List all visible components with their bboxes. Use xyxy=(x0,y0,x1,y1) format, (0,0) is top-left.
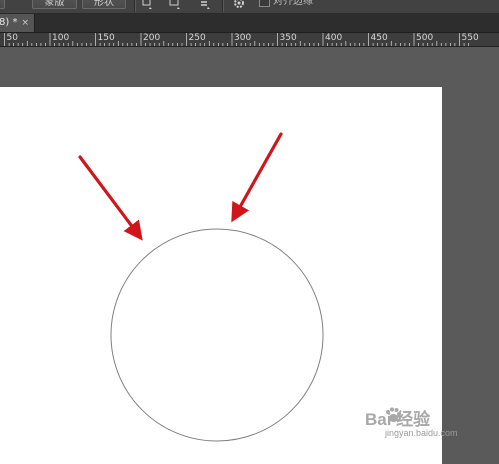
path-alignment-icon[interactable] xyxy=(168,0,182,10)
ruler-label: 350 xyxy=(279,33,297,43)
photoshop-window: 蒙版 形状 对齐边缘 8) * × 50 100 150 200 250 300 350 40… xyxy=(0,0,499,464)
separator xyxy=(134,0,136,12)
ruler-label: 300 xyxy=(234,33,252,43)
right-arrow xyxy=(231,132,283,223)
ruler-label: 400 xyxy=(325,33,343,43)
ruler-label: 500 xyxy=(416,33,434,43)
path-operations-icon[interactable] xyxy=(140,0,154,10)
align-edges-checkbox[interactable] xyxy=(259,0,270,7)
document-tab-title: 8) * xyxy=(0,17,18,28)
ruler-label: 200 xyxy=(143,33,161,43)
separator xyxy=(222,0,224,12)
path-arrangement-icon[interactable] xyxy=(198,0,212,10)
align-edges-label: 对齐边缘 xyxy=(273,0,313,7)
gear-icon[interactable] xyxy=(232,0,246,10)
workspace[interactable]: Bai 经验 jingyan.baidu.com xyxy=(0,47,499,464)
ellipse-shape[interactable] xyxy=(110,228,324,442)
options-bar: 蒙版 形状 对齐边缘 xyxy=(0,0,499,14)
ruler-label: 250 xyxy=(188,33,206,43)
ruler-label: 550 xyxy=(461,33,479,43)
ruler-label: 50 xyxy=(6,33,18,43)
watermark-brand: Bai 经验 xyxy=(365,410,431,429)
document-tab-bar: 8) * × xyxy=(0,14,499,33)
ruler-label: 450 xyxy=(370,33,388,43)
left-arrow xyxy=(78,155,143,241)
watermark-url: jingyan.baidu.com xyxy=(385,428,458,438)
ruler-label: 150 xyxy=(97,33,115,43)
selection-button[interactable] xyxy=(0,0,5,9)
mask-button[interactable]: 蒙版 xyxy=(32,0,77,9)
watermark: Bai 经验 jingyan.baidu.com xyxy=(355,405,467,443)
horizontal-ruler[interactable]: 50 100 150 200 250 300 350 400 450 500 550 xyxy=(0,33,499,47)
ruler-label: 100 xyxy=(52,33,70,43)
shape-button[interactable]: 形状 xyxy=(82,0,126,9)
document-tab[interactable]: 8) * × xyxy=(0,14,35,32)
close-icon[interactable]: × xyxy=(21,14,29,32)
